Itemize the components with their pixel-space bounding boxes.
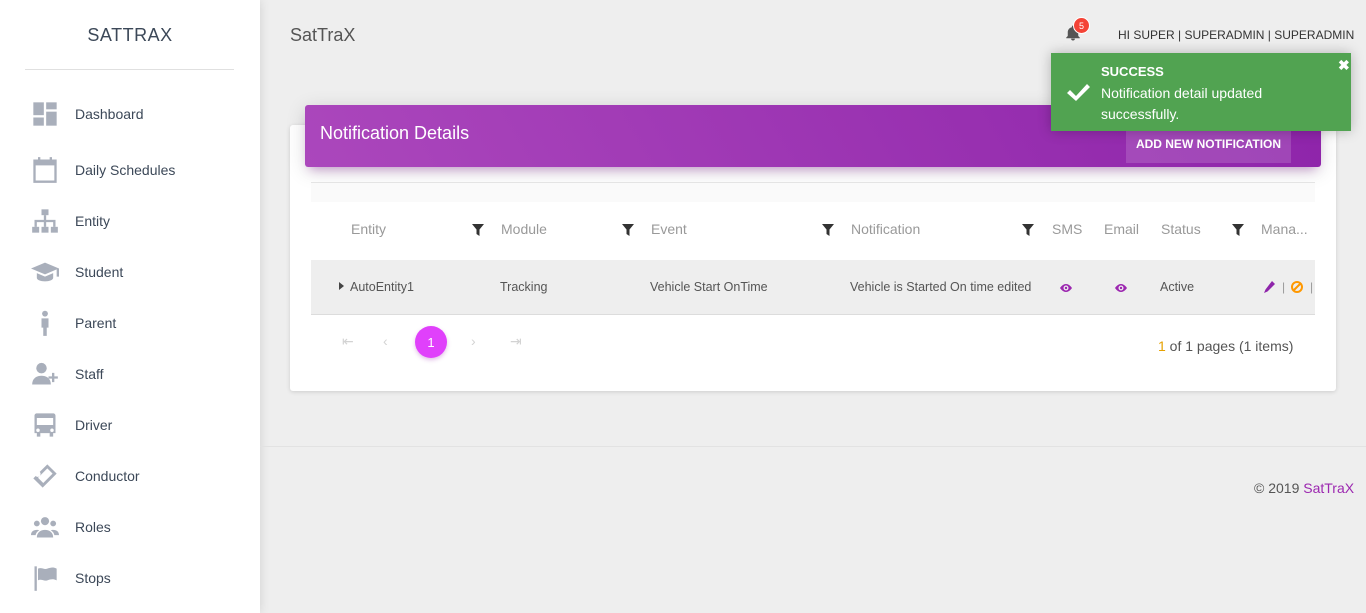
ticket-icon xyxy=(30,461,60,491)
filter-icon[interactable] xyxy=(1022,223,1034,236)
footer-divider xyxy=(260,446,1366,447)
expand-row-icon[interactable] xyxy=(339,282,344,290)
success-toast: SUCCESS Notification detail updated succ… xyxy=(1051,53,1351,131)
edit-pencil-icon[interactable] xyxy=(1263,280,1275,293)
brand-divider xyxy=(25,69,234,70)
sidebar-item-student[interactable]: Student xyxy=(0,249,260,295)
sidebar-item-daily-schedules[interactable]: Daily Schedules xyxy=(0,147,260,193)
user-menu[interactable]: HI SUPER | SUPERADMIN | SUPERADMIN xyxy=(1118,28,1354,42)
copyright-text: © 2019 xyxy=(1254,480,1304,496)
dashboard-icon xyxy=(30,99,60,129)
sidebar: SATTRAX Dashboard Daily Schedules Entity… xyxy=(0,0,260,613)
sms-eye-icon[interactable] xyxy=(1059,281,1073,293)
table-row[interactable]: AutoEntity1 Tracking Vehicle Start OnTim… xyxy=(311,260,1315,315)
sidebar-item-label: Stops xyxy=(75,570,111,586)
graduation-cap-icon xyxy=(30,257,60,287)
grid-header: Entity Module Event Notification SMS Ema… xyxy=(311,203,1315,260)
sidebar-item-staff[interactable]: Staff xyxy=(0,351,260,397)
check-icon xyxy=(1065,81,1091,103)
column-header-sms[interactable]: SMS xyxy=(1052,221,1082,237)
person-icon xyxy=(30,308,60,338)
column-header-entity[interactable]: Entity xyxy=(351,221,386,237)
cell-status: Active xyxy=(1160,280,1195,294)
filter-icon[interactable] xyxy=(822,223,834,236)
sidebar-item-entity[interactable]: Entity xyxy=(0,198,260,244)
grid-toolbar xyxy=(311,182,1315,202)
page-number-button[interactable]: 1 xyxy=(415,326,447,358)
previous-page-icon[interactable]: ‹ xyxy=(383,334,397,348)
cell-event: Vehicle Start OnTime xyxy=(650,280,768,294)
sidebar-item-label: Staff xyxy=(75,366,104,382)
copyright: © 2019 SatTraX xyxy=(1254,480,1354,496)
disable-ban-icon[interactable] xyxy=(1291,280,1303,293)
page-title: SatTraX xyxy=(290,25,356,45)
flag-icon xyxy=(30,563,60,593)
first-page-icon[interactable]: ⇤ xyxy=(342,334,356,348)
toast-message: Notification detail updated successfully… xyxy=(1101,85,1263,122)
sidebar-item-label: Entity xyxy=(75,213,111,229)
pager-summary-rest: of 1 pages (1 items) xyxy=(1165,338,1294,354)
sidebar-item-parent[interactable]: Parent xyxy=(0,300,260,346)
notification-count-badge: 5 xyxy=(1073,17,1090,34)
sidebar-item-conductor[interactable]: Conductor xyxy=(0,453,260,499)
user-plus-icon xyxy=(30,359,60,389)
sidebar-item-roles[interactable]: Roles xyxy=(0,504,260,550)
sidebar-item-label: Dashboard xyxy=(75,106,144,122)
column-header-status[interactable]: Status xyxy=(1161,221,1201,237)
sitemap-icon xyxy=(30,206,60,236)
card-title: Notification Details xyxy=(320,123,470,143)
filter-icon[interactable] xyxy=(472,223,484,236)
email-eye-icon[interactable] xyxy=(1114,281,1128,293)
column-header-manage[interactable]: Mana... xyxy=(1261,221,1308,237)
toast-title: SUCCESS xyxy=(1101,64,1164,79)
column-header-email[interactable]: Email xyxy=(1104,221,1139,237)
column-header-module[interactable]: Module xyxy=(501,221,547,237)
bus-icon xyxy=(30,410,60,440)
sidebar-item-label: Driver xyxy=(75,417,113,433)
sidebar-item-stops[interactable]: Stops xyxy=(0,555,260,601)
cell-module: Tracking xyxy=(500,280,548,294)
sidebar-item-label: Student xyxy=(75,264,124,280)
close-icon[interactable]: ✖ xyxy=(1338,57,1350,74)
last-page-icon[interactable]: ⇥ xyxy=(510,334,524,348)
pager-summary: 1 of 1 pages (1 items) xyxy=(1158,338,1293,354)
sidebar-item-driver[interactable]: Driver xyxy=(0,402,260,448)
sidebar-item-dashboard[interactable]: Dashboard xyxy=(0,91,260,137)
column-header-event[interactable]: Event xyxy=(651,221,687,237)
sidebar-item-label: Parent xyxy=(75,315,117,331)
copyright-link[interactable]: SatTraX xyxy=(1303,480,1354,496)
filter-icon[interactable] xyxy=(1232,223,1244,236)
column-header-notification[interactable]: Notification xyxy=(851,221,920,237)
action-separator: | xyxy=(1310,280,1314,294)
cell-notification: Vehicle is Started On time edited xyxy=(850,280,1032,294)
pager-summary-current: 1 xyxy=(1158,338,1166,354)
brand-logo-text[interactable]: SATTRAX xyxy=(0,0,260,70)
users-icon xyxy=(30,512,60,542)
action-separator: | xyxy=(1282,280,1286,294)
filter-icon[interactable] xyxy=(622,223,634,236)
sidebar-item-label: Daily Schedules xyxy=(75,162,176,178)
sidebar-item-label: Conductor xyxy=(75,468,140,484)
calendar-icon xyxy=(30,155,60,185)
sidebar-item-label: Roles xyxy=(75,519,111,535)
cell-entity: AutoEntity1 xyxy=(350,280,414,294)
next-page-icon[interactable]: › xyxy=(471,334,485,348)
